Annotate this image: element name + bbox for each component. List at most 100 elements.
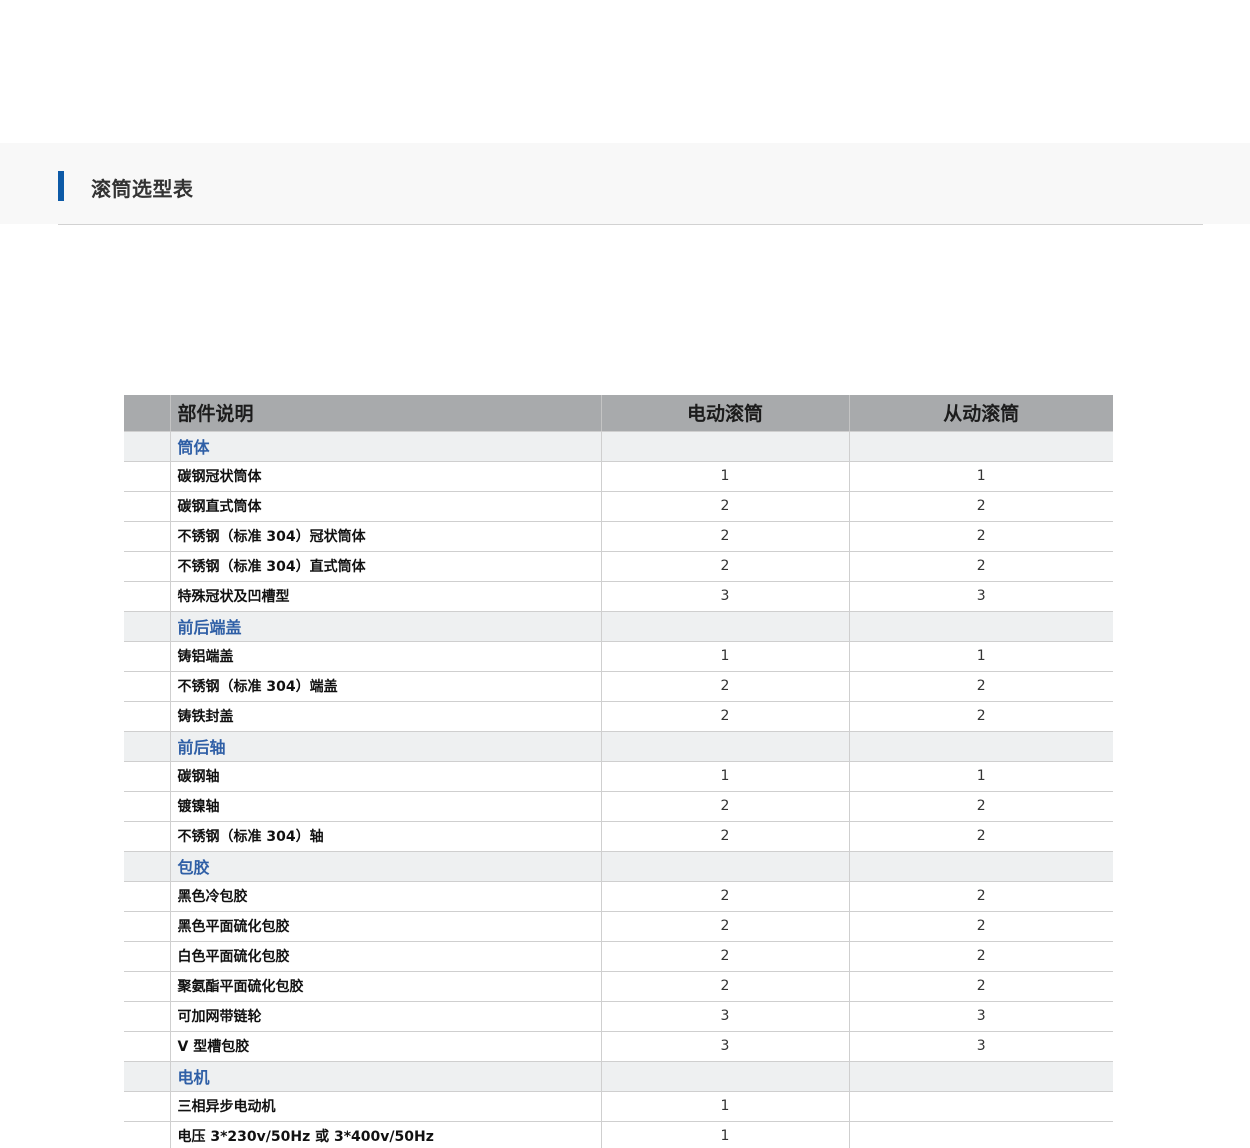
powered-drum-value — [600, 731, 849, 762]
driven-drum-value: 2 — [848, 491, 1113, 522]
section-title: 滚筒选型表 — [91, 177, 194, 201]
table-row: 电压 3*230v/50Hz 或 3*400v/50Hz 1 — [124, 1121, 1113, 1148]
section-accent-bar — [58, 171, 64, 201]
part-name: 电压 3*230v/50Hz 或 3*400v/50Hz — [169, 1121, 601, 1148]
powered-drum-value: 3 — [600, 581, 849, 612]
part-name: 碳钢轴 — [169, 761, 601, 792]
part-name: 不锈钢（标准 304）端盖 — [169, 671, 601, 702]
header-powered-drum: 电动滚筒 — [600, 395, 849, 432]
page: 滚筒选型表 部件说明 电动滚筒 从动滚筒 筒体 碳钢冠状筒体 1 1 碳钢直式筒体 2 2 不… — [0, 0, 1250, 1148]
table-body: 筒体 碳钢冠状筒体 1 1 碳钢直式筒体 2 2 不锈钢（标准 304）冠状筒体 2 2 不锈钢（标… — [124, 431, 1113, 1148]
driven-drum-value: 1 — [848, 641, 1113, 672]
powered-drum-value — [600, 431, 849, 462]
category-row: 电机 — [124, 1061, 1113, 1092]
part-name: 白色平面硫化包胶 — [169, 941, 601, 972]
row-spacer — [124, 1001, 170, 1032]
part-name: 碳钢冠状筒体 — [169, 461, 601, 492]
driven-drum-value: 2 — [848, 821, 1113, 852]
powered-drum-value: 2 — [600, 881, 849, 912]
part-name: 不锈钢（标准 304）直式筒体 — [169, 551, 601, 582]
table-row: 黑色平面硫化包胶 2 2 — [124, 911, 1113, 942]
row-spacer — [124, 1091, 170, 1122]
table-row: 碳钢直式筒体 2 2 — [124, 491, 1113, 522]
table-row: 特殊冠状及凹槽型 3 3 — [124, 581, 1113, 612]
category-row: 筒体 — [124, 431, 1113, 462]
powered-drum-value — [600, 611, 849, 642]
category-label: 包胶 — [169, 851, 601, 882]
powered-drum-value: 2 — [600, 791, 849, 822]
driven-drum-value: 2 — [848, 521, 1113, 552]
row-spacer — [124, 881, 170, 912]
header-part-description: 部件说明 — [169, 395, 601, 432]
row-spacer — [124, 911, 170, 942]
row-spacer — [124, 851, 170, 882]
part-name: 碳钢直式筒体 — [169, 491, 601, 522]
driven-drum-value: 1 — [848, 461, 1113, 492]
driven-drum-value — [848, 1091, 1113, 1122]
drum-selection-table: 部件说明 电动滚筒 从动滚筒 筒体 碳钢冠状筒体 1 1 碳钢直式筒体 2 2 不锈钢（标准 … — [124, 395, 1113, 1148]
row-spacer — [124, 581, 170, 612]
part-name: 不锈钢（标准 304）冠状筒体 — [169, 521, 601, 552]
part-name: 特殊冠状及凹槽型 — [169, 581, 601, 612]
powered-drum-value: 2 — [600, 911, 849, 942]
part-name: 三相异步电动机 — [169, 1091, 601, 1122]
driven-drum-value: 2 — [848, 941, 1113, 972]
driven-drum-value — [848, 1121, 1113, 1148]
category-label: 前后轴 — [169, 731, 601, 762]
driven-drum-value: 3 — [848, 1031, 1113, 1062]
row-spacer — [124, 1061, 170, 1092]
powered-drum-value: 1 — [600, 1121, 849, 1148]
driven-drum-value: 2 — [848, 971, 1113, 1002]
powered-drum-value: 2 — [600, 701, 849, 732]
powered-drum-value: 1 — [600, 1091, 849, 1122]
driven-drum-value — [848, 731, 1113, 762]
driven-drum-value: 2 — [848, 911, 1113, 942]
powered-drum-value: 2 — [600, 551, 849, 582]
row-spacer — [124, 791, 170, 822]
part-name: V 型槽包胶 — [169, 1031, 601, 1062]
table-row: V 型槽包胶 3 3 — [124, 1031, 1113, 1062]
row-spacer — [124, 821, 170, 852]
table-header-row: 部件说明 电动滚筒 从动滚筒 — [124, 395, 1113, 432]
powered-drum-value: 1 — [600, 761, 849, 792]
row-spacer — [124, 641, 170, 672]
table-row: 铸铝端盖 1 1 — [124, 641, 1113, 672]
row-spacer — [124, 671, 170, 702]
row-spacer — [124, 431, 170, 462]
part-name: 聚氨酯平面硫化包胶 — [169, 971, 601, 1002]
driven-drum-value — [848, 611, 1113, 642]
driven-drum-value: 2 — [848, 551, 1113, 582]
powered-drum-value: 3 — [600, 1031, 849, 1062]
powered-drum-value: 1 — [600, 461, 849, 492]
category-row: 前后端盖 — [124, 611, 1113, 642]
driven-drum-value — [848, 851, 1113, 882]
table-row: 镀镍轴 2 2 — [124, 791, 1113, 822]
driven-drum-value: 2 — [848, 881, 1113, 912]
driven-drum-value — [848, 1061, 1113, 1092]
table-row: 碳钢冠状筒体 1 1 — [124, 461, 1113, 492]
table-row: 铸铁封盖 2 2 — [124, 701, 1113, 732]
table-row: 黑色冷包胶 2 2 — [124, 881, 1113, 912]
header-spacer — [124, 395, 170, 432]
row-spacer — [124, 461, 170, 492]
row-spacer — [124, 1031, 170, 1062]
row-spacer — [124, 611, 170, 642]
driven-drum-value — [848, 431, 1113, 462]
part-name: 黑色冷包胶 — [169, 881, 601, 912]
powered-drum-value: 1 — [600, 641, 849, 672]
row-spacer — [124, 701, 170, 732]
powered-drum-value: 2 — [600, 941, 849, 972]
row-spacer — [124, 551, 170, 582]
powered-drum-value: 2 — [600, 821, 849, 852]
category-row: 包胶 — [124, 851, 1113, 882]
driven-drum-value: 3 — [848, 1001, 1113, 1032]
part-name: 不锈钢（标准 304）轴 — [169, 821, 601, 852]
header-driven-drum: 从动滚筒 — [848, 395, 1113, 432]
table-row: 不锈钢（标准 304）冠状筒体 2 2 — [124, 521, 1113, 552]
row-spacer — [124, 521, 170, 552]
row-spacer — [124, 1121, 170, 1148]
row-spacer — [124, 491, 170, 522]
driven-drum-value: 3 — [848, 581, 1113, 612]
powered-drum-value: 2 — [600, 521, 849, 552]
powered-drum-value — [600, 851, 849, 882]
